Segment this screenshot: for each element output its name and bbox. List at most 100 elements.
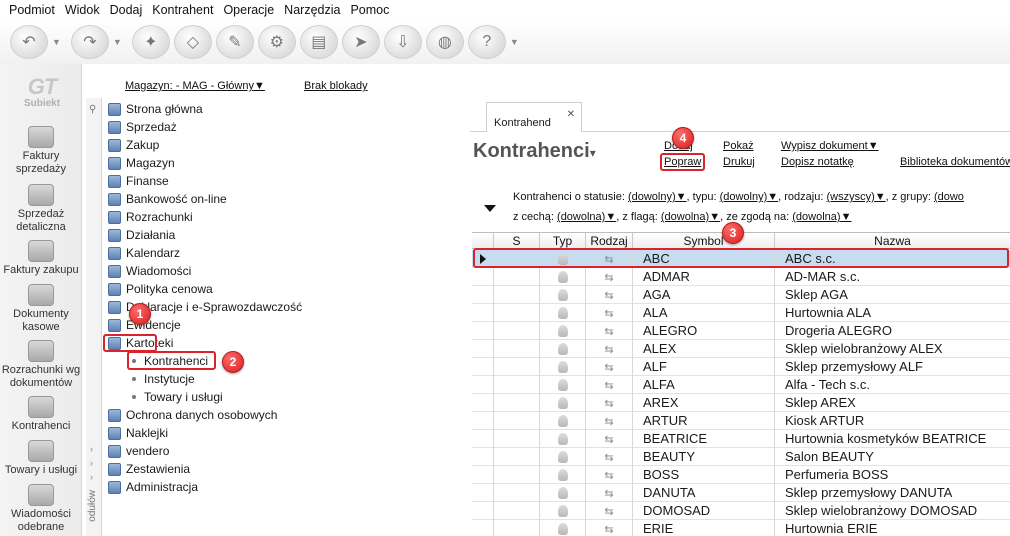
menu-widok[interactable]: Widok <box>60 0 105 20</box>
cell-symbol: DANUTA <box>633 484 775 502</box>
chevron-right-icon[interactable]: › <box>90 472 93 482</box>
cell-symbol: ALF <box>633 358 775 376</box>
back-icon[interactable]: ↶ <box>10 25 48 59</box>
tree-item-magazyn[interactable]: Magazyn <box>108 154 175 172</box>
print-link[interactable]: Drukuj <box>723 156 755 168</box>
close-icon[interactable]: ✕ <box>567 109 575 120</box>
tree-item-naklejki[interactable]: Naklejki <box>108 424 168 442</box>
send-icon[interactable]: ➤ <box>341 25 380 59</box>
menu-kontrahent[interactable]: Kontrahent <box>147 0 218 20</box>
group-filter[interactable]: (dowo <box>934 191 964 203</box>
stamp-icon[interactable]: ✦ <box>131 25 170 59</box>
table-row[interactable]: ⇆ AREX Sklep AREX <box>472 394 1010 412</box>
sidebar-item-rozrachunki[interactable]: Rozrachunki wg dokumentów <box>0 340 82 390</box>
collapse-filters-icon[interactable] <box>484 205 496 212</box>
chevron-right-icon[interactable]: › <box>90 444 93 454</box>
tools-icon[interactable]: ⚙ <box>257 25 296 59</box>
tree-item-ochrona-danych[interactable]: Ochrona danych osobowych <box>108 406 277 424</box>
cell-nazwa: Kiosk ARTUR <box>785 413 865 428</box>
table-row[interactable]: ⇆ ADMAR AD-MAR s.c. <box>472 268 1010 286</box>
help-dropdown-icon[interactable]: ▼ <box>510 37 519 47</box>
exchange-arrows-icon: ⇆ <box>604 506 614 518</box>
chevron-right-icon[interactable]: › <box>90 458 93 468</box>
tree-item-instytucje[interactable]: Instytucje <box>132 370 195 388</box>
lock-status-link[interactable]: Brak blokady <box>304 80 368 92</box>
table-row[interactable]: ⇆ BEATRICE Hurtownia kosmetyków BEATRICE <box>472 430 1010 448</box>
tree-item-strona-glowna[interactable]: Strona główna <box>108 100 203 118</box>
flag-filter[interactable]: (dowolna)▼ <box>661 211 720 223</box>
download-icon[interactable]: ⇩ <box>383 25 422 59</box>
tree-item-dzialania[interactable]: Działania <box>108 226 175 244</box>
cell-s <box>494 448 540 466</box>
column-rodzaj[interactable]: Rodzaj <box>586 233 633 249</box>
eraser-icon[interactable]: ◇ <box>173 25 212 59</box>
table-row[interactable]: ⇆ ARTUR Kiosk ARTUR <box>472 412 1010 430</box>
menu-podmiot[interactable]: Podmiot <box>4 0 60 20</box>
sidebar-item-dokumenty-kasowe[interactable]: Dokumenty kasowe <box>0 284 82 334</box>
table-row[interactable]: ⇆ ALA Hurtownia ALA <box>472 304 1010 322</box>
sidebar-item-wiadomosci[interactable]: Wiadomości odebrane <box>0 484 82 534</box>
tree-item-administracja[interactable]: Administracja <box>108 478 198 496</box>
sidebar-item-towary[interactable]: Towary i usługi <box>0 440 82 477</box>
globe-icon[interactable]: ◍ <box>425 25 464 59</box>
cell-symbol: BEATRICE <box>633 430 775 448</box>
kind-filter[interactable]: (wszyscy)▼ <box>826 191 885 203</box>
tree-item-zakup[interactable]: Zakup <box>108 136 159 154</box>
table-row[interactable]: ⇆ ALEGRO Drogeria ALEGRO <box>472 322 1010 340</box>
tree-item-wiadomosci[interactable]: Wiadomości <box>108 262 191 280</box>
sidebar-item-faktury-sprzedazy[interactable]: Faktury sprzedaży <box>0 126 82 176</box>
tree-item-zestawienia[interactable]: Zestawienia <box>108 460 190 478</box>
table-row[interactable]: ⇆ DANUTA Sklep przemysłowy DANUTA <box>472 484 1010 502</box>
add-note-link[interactable]: Dopisz notatkę <box>781 156 854 168</box>
table-row[interactable]: ⇆ ALF Sklep przemysłowy ALF <box>472 358 1010 376</box>
printer-icon[interactable]: ▤ <box>299 25 338 59</box>
cell-symbol: ALFA <box>633 376 775 394</box>
menu-operacje[interactable]: Operacje <box>218 0 279 20</box>
tree-item-polityka-cenowa[interactable]: Polityka cenowa <box>108 280 213 298</box>
chevron-down-icon: ▾ <box>589 146 596 160</box>
document-library-link[interactable]: Biblioteka dokumentów <box>900 156 1010 168</box>
table-row[interactable]: ⇆ BOSS Perfumeria BOSS <box>472 466 1010 484</box>
column-symbol[interactable]: Symbol <box>633 233 775 249</box>
tree-item-finanse[interactable]: Finanse <box>108 172 169 190</box>
type-filter[interactable]: (dowolny)▼ <box>720 191 779 203</box>
tree-item-towary[interactable]: Towary i usługi <box>132 388 223 406</box>
table-row[interactable]: ⇆ DOMOSAD Sklep wielobranżowy DOMOSAD <box>472 502 1010 520</box>
sidebar-item-kontrahenci[interactable]: Kontrahenci <box>0 396 82 433</box>
table-row[interactable]: ⇆ ALEX Sklep wielobranżowy ALEX <box>472 340 1010 358</box>
page-title[interactable]: Kontrahenci▾ <box>473 140 596 163</box>
issue-document-link[interactable]: Wypisz dokument▼ <box>781 140 879 152</box>
help-icon[interactable]: ? <box>467 25 506 59</box>
feature-filter[interactable]: (dowolna)▼ <box>557 211 616 223</box>
tree-item-kalendarz[interactable]: Kalendarz <box>108 244 180 262</box>
forward-dropdown-icon[interactable]: ▼ <box>113 37 122 47</box>
column-nazwa[interactable]: Nazwa <box>775 233 1010 249</box>
column-s[interactable]: S <box>494 233 540 249</box>
tree-item-rozrachunki[interactable]: Rozrachunki <box>108 208 193 226</box>
status-filter[interactable]: (dowolny)▼ <box>628 191 687 203</box>
table-row[interactable]: ⇆ ERIE Hurtownia ERIE <box>472 520 1010 536</box>
contractors-table: S Typ Rodzaj Symbol Nazwa ⇆ ABC ABC s.c. ⇆ A… <box>472 232 1010 536</box>
back-dropdown-icon[interactable]: ▼ <box>52 37 61 47</box>
menu-pomoc[interactable]: Pomoc <box>345 0 394 20</box>
edit-icon[interactable]: ✎ <box>215 25 254 59</box>
tree-item-sprzedaz[interactable]: Sprzedaż <box>108 118 177 136</box>
column-typ[interactable]: Typ <box>540 233 586 249</box>
sidebar-item-faktury-zakupu[interactable]: Faktury zakupu <box>0 240 82 277</box>
pin-icon[interactable]: ⚲ <box>89 104 96 115</box>
table-row[interactable]: ⇆ ALFA Alfa - Tech s.c. <box>472 376 1010 394</box>
declarations-icon <box>108 300 121 314</box>
table-row[interactable]: ⇆ BEAUTY Salon BEAUTY <box>472 448 1010 466</box>
tree-item-vendero[interactable]: vendero <box>108 442 169 460</box>
menu-narzedzia[interactable]: Narzędzia <box>279 0 345 20</box>
show-link[interactable]: Pokaż <box>723 140 754 152</box>
consent-filter[interactable]: (dowolna)▼ <box>792 211 851 223</box>
menu-dodaj[interactable]: Dodaj <box>105 0 148 20</box>
tree-item-bankowosc[interactable]: Bankowość on-line <box>108 190 227 208</box>
warehouse-selector[interactable]: Magazyn: - MAG - Główny▼ <box>125 80 265 92</box>
cell-nazwa: Hurtownia ALA <box>785 305 871 320</box>
tab-kontrahenci[interactable]: Kontrahend ✕ <box>486 102 582 132</box>
table-row[interactable]: ⇆ AGA Sklep AGA <box>472 286 1010 304</box>
sidebar-item-sprzedaz-detaliczna[interactable]: Sprzedaż detaliczna <box>0 184 82 234</box>
forward-icon[interactable]: ↷ <box>70 25 109 59</box>
